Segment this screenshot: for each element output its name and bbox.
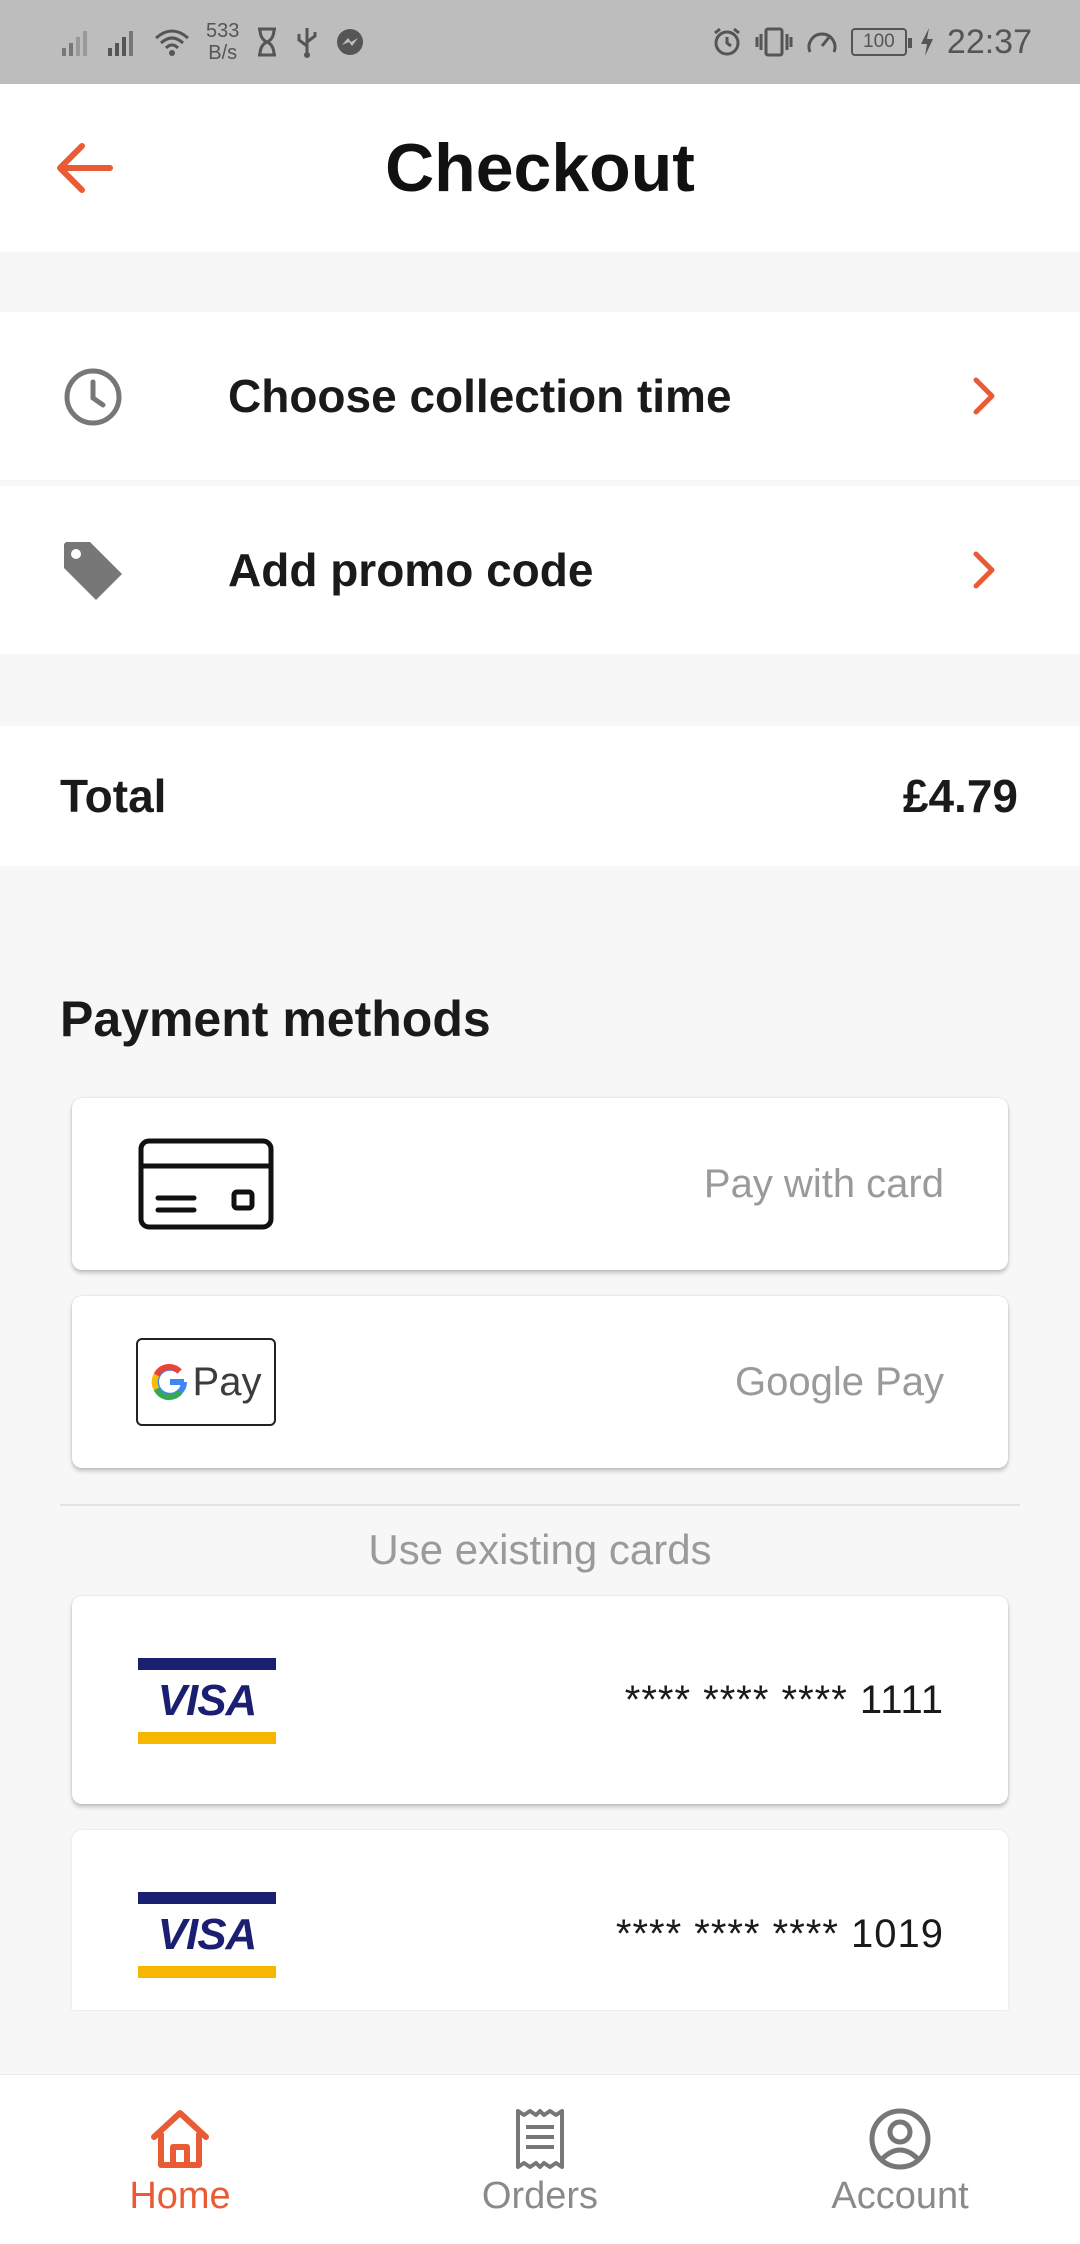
bottom-navigation: Home Orders Account — [0, 2074, 1080, 2244]
arrow-left-icon — [57, 143, 113, 193]
google-pay-logo: Pay — [136, 1338, 276, 1426]
visa-wordmark: VISA — [157, 1910, 258, 1959]
wifi-icon — [155, 29, 189, 56]
chevron-right-icon — [973, 551, 995, 589]
visa-bar-bottom — [138, 1966, 276, 1978]
nav-home[interactable]: Home — [60, 2075, 300, 2244]
nav-home-label: Home — [129, 2175, 231, 2217]
back-button[interactable] — [48, 136, 120, 200]
clock-icon — [64, 368, 122, 426]
promo-code-label: Add promo code — [228, 544, 594, 596]
status-left: 533 B/s — [62, 16, 365, 68]
collection-time-label: Choose collection time — [228, 370, 732, 422]
tag-icon — [64, 542, 122, 600]
card-number: **** **** **** 1111 — [624, 1678, 944, 1722]
usb-icon — [297, 28, 317, 58]
nav-orders[interactable]: Orders — [420, 2075, 660, 2244]
alarm-icon — [713, 27, 740, 56]
charging-icon — [920, 28, 933, 56]
order-total: Total £4.79 — [0, 726, 1080, 866]
visa-bar-bottom — [138, 1732, 276, 1744]
google-pay-label: Google Pay — [734, 1360, 944, 1404]
page-title: Checkout — [385, 130, 695, 206]
nav-orders-label: Orders — [481, 2175, 599, 2217]
divider — [60, 1504, 1020, 1506]
google-g-icon — [151, 1363, 187, 1401]
saved-card-1019[interactable]: VISA **** **** **** 1019 — [72, 1830, 1008, 2010]
visa-bar-top — [138, 1892, 276, 1904]
hourglass-icon — [258, 27, 277, 57]
google-pay-button[interactable]: Pay Google Pay — [72, 1296, 1008, 1468]
saved-card-1111[interactable]: VISA **** **** **** 1111 — [72, 1596, 1008, 1804]
chevron-right-icon — [973, 377, 995, 415]
messenger-icon — [337, 29, 364, 55]
home-icon — [151, 2110, 209, 2168]
visa-logo: VISA — [138, 1892, 276, 1978]
existing-cards-title: Use existing cards — [368, 1526, 712, 1573]
signal-icon — [62, 31, 87, 56]
status-bar: 533 B/s 100 22:37 — [0, 0, 1080, 84]
credit-card-icon — [138, 1138, 274, 1230]
pay-with-card-button[interactable]: Pay with card — [72, 1098, 1008, 1270]
card-number: **** **** **** 1019 — [615, 1912, 944, 1956]
battery-indicator: 100 — [850, 28, 912, 56]
payment-methods-title: Payment methods — [60, 991, 491, 1047]
nav-account-label: Account — [831, 2175, 969, 2217]
promo-code-row[interactable]: Add promo code — [0, 486, 1080, 654]
network-speed-unit: B/s — [208, 42, 238, 64]
app-header: Checkout — [0, 84, 1080, 252]
vibrate-icon — [755, 27, 793, 57]
visa-logo: VISA — [138, 1658, 276, 1744]
visa-wordmark: VISA — [157, 1676, 258, 1725]
visa-bar-top — [138, 1658, 276, 1670]
status-time: 22:37 — [946, 22, 1032, 61]
network-speed-value: 533 — [206, 20, 240, 42]
nav-account[interactable]: Account — [780, 2075, 1020, 2244]
total-value: £4.79 — [902, 770, 1018, 822]
receipt-icon — [516, 2109, 564, 2169]
account-circle-icon — [869, 2108, 931, 2170]
total-label: Total — [60, 770, 167, 822]
network-speed: 533 B/s — [206, 20, 239, 64]
google-pay-logo-text: Pay — [192, 1359, 262, 1404]
data-saver-icon — [807, 32, 837, 53]
status-right: 100 22:37 — [711, 16, 1032, 68]
signal-icon — [108, 31, 133, 56]
collection-time-row[interactable]: Choose collection time — [0, 312, 1080, 480]
pay-with-card-label: Pay with card — [703, 1162, 944, 1206]
